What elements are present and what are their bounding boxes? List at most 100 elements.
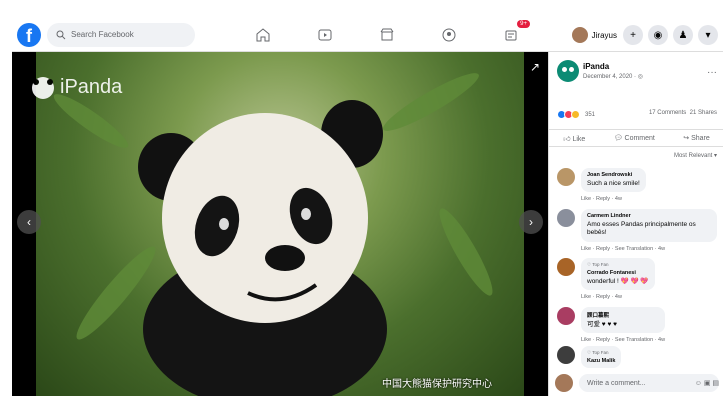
notifications-badge: 9+ (517, 20, 530, 28)
reaction-count: 351 (585, 111, 596, 118)
home-tab[interactable] (232, 18, 294, 52)
comment-item: Carmem Lindner Amo esses Pandas principa… (557, 209, 717, 252)
comment-author[interactable]: Kazu Malik (587, 358, 615, 364)
post-header: iPanda December 4, 2020 · ◎ (557, 60, 643, 82)
like-button[interactable]: 👍︎ Like (563, 134, 585, 143)
plus-icon: + (630, 29, 636, 41)
avatar (571, 27, 588, 43)
haha-reaction-icon (571, 110, 580, 119)
share-count[interactable]: 21 Shares (690, 110, 717, 116)
more-button[interactable]: ··· (707, 67, 717, 78)
expand-icon: ↗ (529, 60, 540, 74)
comment-text: 可爱 ♥ ♥ ♥ (587, 321, 617, 328)
share-label: Share (691, 135, 710, 142)
avatar[interactable] (557, 258, 575, 276)
post-sidebar: iPanda December 4, 2020 · ◎ ··· 351 17 C… (548, 52, 723, 396)
comment-bubble: Carmem Lindner Amo esses Pandas principa… (581, 209, 717, 242)
search-input[interactable]: Search Facebook (47, 22, 195, 47)
comment-bubble: ♡ Top Fan Kazu Malik (581, 346, 622, 368)
profile-button[interactable]: Jirayus (571, 27, 617, 43)
profile-name: Jirayus (591, 30, 617, 40)
home-icon (256, 28, 270, 42)
gaming-icon (505, 30, 517, 41)
panda-photo (36, 52, 524, 396)
avatar[interactable] (555, 374, 573, 392)
comment-bubble: Joan Sendrowski Such a nice smile! (581, 168, 646, 193)
previous-photo-button[interactable]: ‹ (17, 210, 41, 234)
top-fan-badge: ♡ Top Fan (587, 262, 609, 267)
arrow-right-icon: › (529, 215, 533, 229)
notifications-button[interactable]: ♟ (673, 25, 693, 45)
sort-menu[interactable]: Most Relevant ▾ (674, 152, 717, 159)
comment-text: Such a nice smile! (587, 180, 640, 187)
composer-icons: ☺ ▣ ▤ (694, 380, 719, 387)
comment-item: 顾口慕熙 可爱 ♥ ♥ ♥ Like · Reply · See Transla… (557, 307, 717, 343)
avatar[interactable] (557, 168, 575, 186)
page-avatar[interactable] (557, 60, 579, 82)
share-button[interactable]: ↪ Share (683, 134, 710, 142)
top-fan-badge: ♡ Top Fan (587, 350, 609, 355)
comment-author[interactable]: 顾口慕熙 (587, 311, 659, 319)
reaction-summary[interactable]: 351 (557, 110, 595, 119)
comment-author[interactable]: Corrado Fontanesi (587, 270, 649, 276)
arrow-left-icon: ‹ (27, 215, 31, 229)
panda-logo-icon (32, 76, 54, 99)
marketplace-tab[interactable] (356, 18, 418, 52)
comment-bubble: ♡ Top Fan Corrado Fontanesi wonderful ! … (581, 258, 655, 291)
comment-item: Joan Sendrowski Such a nice smile! Like … (557, 168, 717, 202)
comment-actions[interactable]: Like · Reply · See Translation · 4w (581, 246, 717, 252)
post-date[interactable]: December 4, 2020 · ◎ (583, 73, 643, 80)
comment-actions[interactable]: Like · Reply · See Translation · 4w (581, 337, 665, 343)
notifications-icon: ♟ (678, 29, 688, 41)
photo-caption: 中国大熊猫保护研究中心 (382, 379, 492, 390)
header-controls: Jirayus + ◉ ♟ ▾ (571, 18, 723, 52)
next-photo-button[interactable]: › (519, 210, 543, 234)
like-label: Like (572, 135, 586, 143)
comment-count[interactable]: 17 Comments (649, 110, 686, 116)
avatar[interactable] (557, 209, 575, 227)
comment-button[interactable]: 💬︎ Comment (614, 134, 655, 142)
comment-icon: 💬︎ (613, 135, 625, 142)
comment-author[interactable]: Joan Sendrowski (587, 172, 640, 178)
top-navigation: f Search Facebook 9+ Jirayus + ◉ ♟ ▾ (12, 18, 723, 52)
watermark-text: iPanda (60, 76, 123, 98)
comment-composer: Write a comment... ☺ ▣ ▤ (555, 374, 719, 392)
comment-actions[interactable]: Like · Reply · 4w (581, 196, 646, 202)
account-menu-button[interactable]: ▾ (698, 25, 718, 45)
avatar[interactable] (557, 307, 575, 325)
comment-bubble: 顾口慕熙 可爱 ♥ ♥ ♥ (581, 307, 666, 334)
facebook-window: f Search Facebook 9+ Jirayus + ◉ ♟ ▾ iPa… (0, 0, 723, 396)
more-icon: ··· (707, 67, 717, 78)
comment-input[interactable]: Write a comment... ☺ ▣ ▤ (579, 374, 719, 392)
expand-button[interactable]: ↗ (530, 60, 540, 74)
watch-tab[interactable] (294, 18, 356, 52)
panda-illustration (138, 100, 387, 396)
comment-item: ♡ Top Fan Corrado Fontanesi wonderful ! … (557, 258, 717, 300)
search-placeholder: Search Facebook (71, 30, 134, 39)
photo-viewer: iPanda 中国大熊猫保护研究中心 ‹ › ↗ (12, 52, 548, 396)
comment-author[interactable]: Carmem Lindner (587, 213, 711, 219)
comment-text: wonderful ! 💖 💖 💖 (587, 278, 649, 285)
post-action-bar: 👍︎ Like 💬︎ Comment ↪ Share (549, 129, 723, 147)
messenger-button[interactable]: ◉ (648, 25, 668, 45)
facebook-logo[interactable]: f (17, 22, 41, 47)
comment-text: Amo esses Pandas principalmente os bebês… (587, 221, 696, 237)
chevron-down-icon: ▾ (705, 29, 711, 41)
photo-watermark: iPanda (32, 76, 122, 99)
comment-placeholder: Write a comment... (587, 379, 646, 387)
create-button[interactable]: + (623, 25, 643, 45)
comment-actions[interactable]: Like · Reply · 4w (581, 294, 655, 300)
comment-item: ♡ Top Fan Kazu Malik (557, 346, 717, 368)
main-nav: 9+ (232, 18, 542, 52)
post-author[interactable]: iPanda (583, 62, 643, 71)
avatar[interactable] (557, 346, 575, 364)
groups-icon (442, 28, 456, 42)
marketplace-icon (380, 28, 394, 41)
post-stats: 17 Comments 21 Shares (649, 110, 717, 116)
messenger-icon: ◉ (653, 29, 663, 41)
watch-icon (318, 29, 332, 41)
groups-tab[interactable] (418, 18, 480, 52)
share-icon: ↪ (683, 135, 692, 142)
gaming-tab[interactable]: 9+ (480, 18, 542, 52)
search-icon (56, 30, 66, 39)
